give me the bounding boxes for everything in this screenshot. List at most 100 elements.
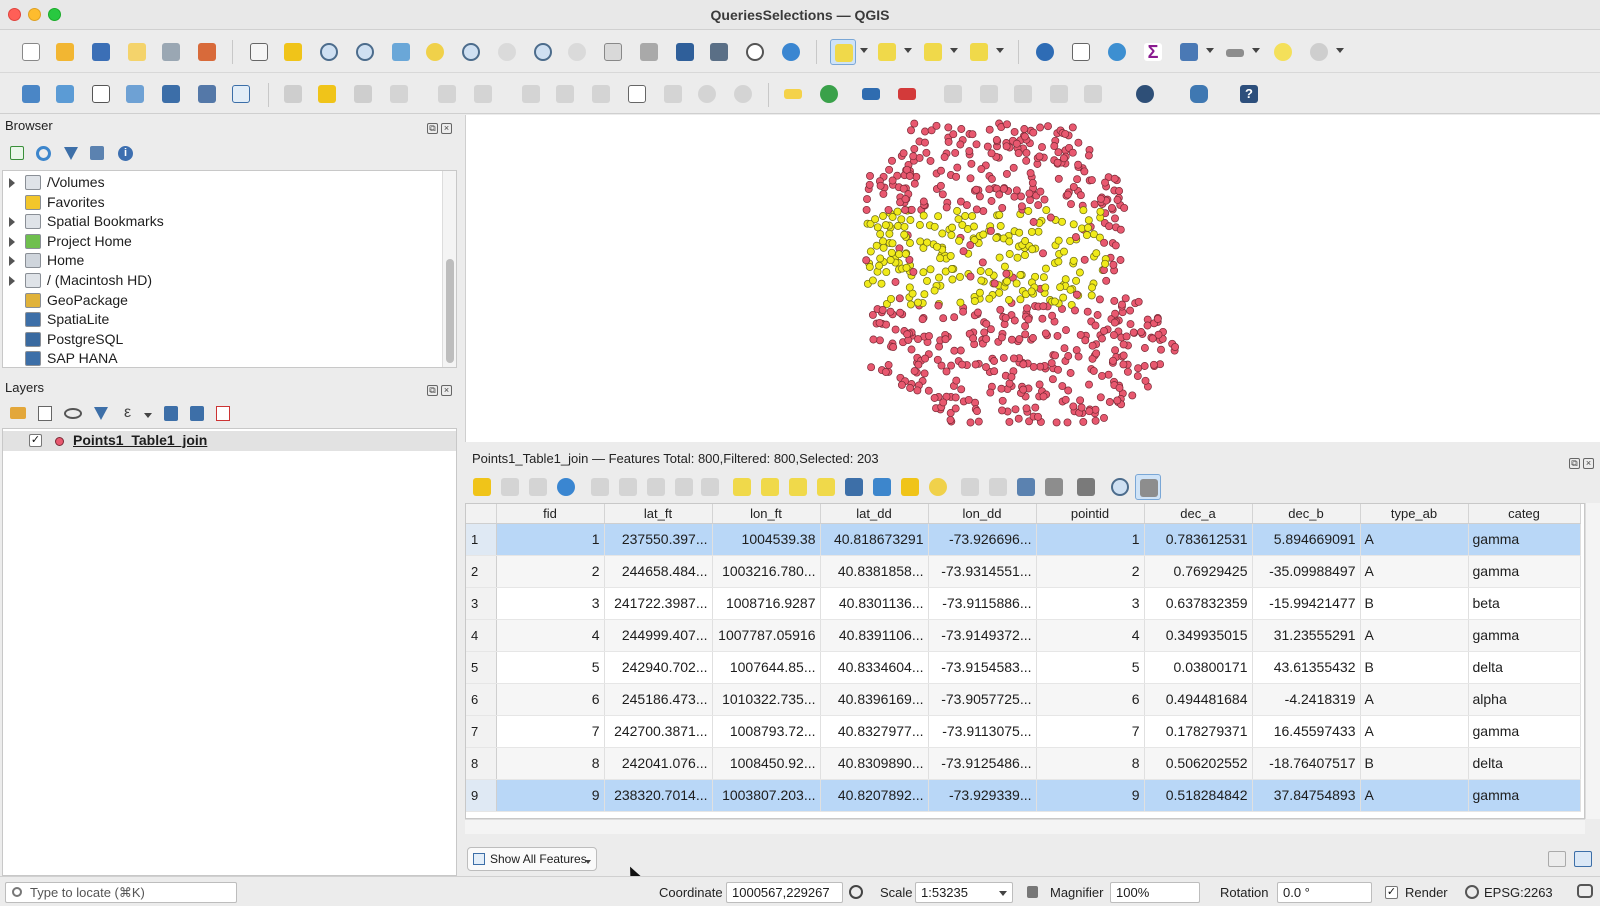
lock-scale-icon[interactable]	[1027, 886, 1038, 898]
table-cell[interactable]: 1007644.85...	[712, 651, 821, 684]
table-cell[interactable]: B	[1360, 747, 1469, 780]
expand-arrow-icon[interactable]	[9, 178, 15, 188]
measure-line-button[interactable]	[1222, 39, 1248, 65]
paste-button[interactable]	[697, 474, 723, 500]
table-cell[interactable]: alpha	[1468, 683, 1581, 716]
field-calculator-button[interactable]	[1013, 474, 1039, 500]
row-header[interactable]: 7	[466, 715, 497, 748]
table-cell[interactable]: 237550.397...	[604, 523, 713, 556]
eye-icon[interactable]	[64, 408, 82, 419]
table-cell[interactable]: A	[1360, 715, 1469, 748]
select-by-expression-button[interactable]	[729, 474, 755, 500]
help-button[interactable]: ?	[1236, 81, 1262, 107]
deselect-all-button[interactable]	[813, 474, 839, 500]
close-panel-icon[interactable]: ×	[441, 385, 452, 396]
info-icon[interactable]: i	[118, 146, 133, 161]
new-print-layout-button[interactable]	[124, 39, 150, 65]
table-cell[interactable]: beta	[1468, 587, 1581, 620]
column-header[interactable]: lat_dd	[820, 504, 929, 524]
open-attribute-table-button[interactable]	[1068, 39, 1094, 65]
column-header[interactable]: dec_b	[1252, 504, 1361, 524]
collapse-all-icon[interactable]	[90, 146, 104, 160]
layer-labeling-button[interactable]	[780, 81, 806, 107]
paste-features-button[interactable]	[660, 81, 686, 107]
layer-diagram-button[interactable]	[816, 81, 842, 107]
digitize-vertex-button[interactable]	[88, 81, 114, 107]
copy-button[interactable]	[671, 474, 697, 500]
redo-button[interactable]	[730, 81, 756, 107]
table-cell[interactable]: 40.8391106...	[820, 619, 929, 652]
show-all-features-dropdown[interactable]: Show All Features	[467, 847, 597, 871]
collapse-all-icon[interactable]	[190, 406, 204, 421]
filter-legend-icon[interactable]	[94, 407, 108, 420]
table-cell[interactable]: 1007787.05916	[712, 619, 821, 652]
save-layer-edits-button[interactable]	[350, 81, 376, 107]
table-cell[interactable]: 1008716.9287	[712, 587, 821, 620]
table-cell[interactable]: B	[1360, 587, 1469, 620]
new-bookmark-button[interactable]	[672, 39, 698, 65]
browser-item[interactable]: Favorites	[3, 193, 443, 212]
new-map-view-button[interactable]	[600, 39, 626, 65]
table-cell[interactable]: 0.637832359	[1144, 587, 1253, 620]
table-cell[interactable]: 1010322.735...	[712, 683, 821, 716]
table-cell[interactable]: 40.8301136...	[820, 587, 929, 620]
table-cell[interactable]: 242940.702...	[604, 651, 713, 684]
zoom-next-button[interactable]	[564, 39, 590, 65]
table-row[interactable]: 7 7 242700.3871... 1008793.72... 40.8327977.…	[466, 715, 1581, 748]
coordinate-field[interactable]: 1000567,229267	[726, 882, 843, 903]
table-cell[interactable]: delta	[1468, 651, 1581, 684]
table-cell[interactable]: gamma	[1468, 523, 1581, 556]
table-cell[interactable]: 3	[1036, 587, 1145, 620]
actions-button[interactable]	[1073, 474, 1099, 500]
table-cell[interactable]: 0.178279371	[1144, 715, 1253, 748]
digitize-pen-button[interactable]	[122, 81, 148, 107]
table-cell[interactable]: delta	[1468, 747, 1581, 780]
table-cell[interactable]: -18.76407517	[1252, 747, 1361, 780]
table-cell[interactable]: 0.518284842	[1144, 779, 1253, 812]
metasearch-button[interactable]	[1132, 81, 1158, 107]
data-source-manager-button[interactable]	[18, 81, 44, 107]
table-cell[interactable]: 245186.473...	[604, 683, 713, 716]
row-header[interactable]: 5	[466, 651, 497, 684]
modify-attributes-button[interactable]	[518, 81, 544, 107]
column-header[interactable]: lon_ft	[712, 504, 821, 524]
table-cell[interactable]: B	[1360, 651, 1469, 684]
browser-item[interactable]: PostgreSQL	[3, 330, 443, 349]
table-corner[interactable]	[466, 504, 497, 524]
browser-item[interactable]: Spatial Bookmarks	[3, 212, 443, 231]
zoom-to-selection-button[interactable]	[422, 39, 448, 65]
table-cell[interactable]: -73.9314551...	[928, 555, 1037, 588]
table-cell[interactable]: 5	[496, 651, 605, 684]
table-cell[interactable]: 1003807.203...	[712, 779, 821, 812]
column-header[interactable]: type_ab	[1360, 504, 1469, 524]
map-tips-button[interactable]	[1270, 39, 1296, 65]
cut-button[interactable]	[643, 474, 669, 500]
table-cell[interactable]: 244999.407...	[604, 619, 713, 652]
cut-features-button[interactable]	[588, 81, 614, 107]
table-cell[interactable]: 5.894669091	[1252, 523, 1361, 556]
table-cell[interactable]: -73.9149372...	[928, 619, 1037, 652]
pan-to-selected-button[interactable]	[897, 474, 923, 500]
move-label-button[interactable]	[940, 81, 966, 107]
zoom-to-layer-button[interactable]	[458, 39, 484, 65]
show-hide-labels-button[interactable]	[894, 81, 920, 107]
table-cell[interactable]: 8	[496, 747, 605, 780]
row-header[interactable]: 3	[466, 587, 497, 620]
table-row[interactable]: 1 1 237550.397... 1004539.38 40.818673291 -73…	[466, 523, 1581, 556]
table-cell[interactable]: 0.76929425	[1144, 555, 1253, 588]
browser-item[interactable]: /Volumes	[3, 173, 443, 192]
table-cell[interactable]: -35.09988497	[1252, 555, 1361, 588]
table-row[interactable]: 5 5 242940.702... 1007644.85... 40.8334604..…	[466, 651, 1581, 684]
label-properties-button[interactable]	[1046, 81, 1072, 107]
column-header[interactable]: dec_a	[1144, 504, 1253, 524]
expand-arrow-icon[interactable]	[9, 236, 15, 247]
browser-item[interactable]: Project Home	[3, 232, 443, 251]
table-cell[interactable]: 2	[496, 555, 605, 588]
change-label-button[interactable]	[1010, 81, 1036, 107]
browser-scroll-thumb[interactable]	[446, 259, 454, 363]
table-cell[interactable]: 1	[1036, 523, 1145, 556]
table-cell[interactable]: 0.494481684	[1144, 683, 1253, 716]
messages-icon[interactable]	[1577, 884, 1593, 898]
add-mesh-layer-button[interactable]	[194, 81, 220, 107]
table-cell[interactable]: 37.84754893	[1252, 779, 1361, 812]
